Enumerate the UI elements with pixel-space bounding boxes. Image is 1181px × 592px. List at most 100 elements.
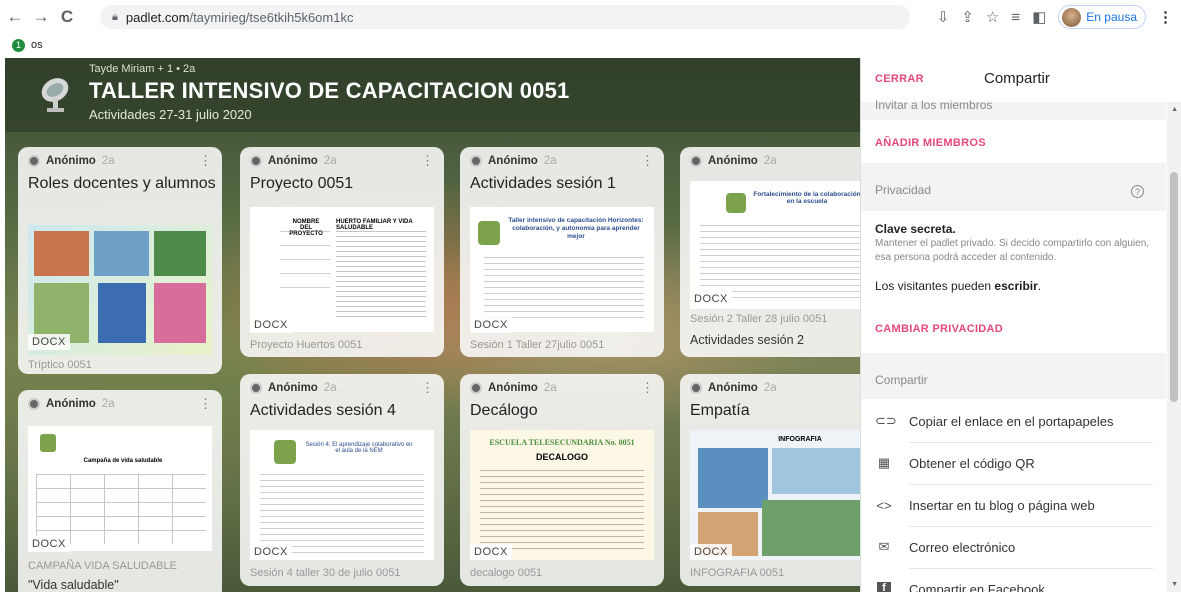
post-time: 2a bbox=[101, 398, 115, 410]
post-card[interactable]: Anónimo 2a ⋮ Roles docentes y alumnos DOC… bbox=[18, 147, 222, 374]
post-menu-icon[interactable]: ⋮ bbox=[199, 153, 212, 169]
post-menu-icon[interactable]: ⋮ bbox=[199, 396, 212, 412]
forward-icon[interactable]: → bbox=[30, 6, 52, 28]
post-menu-icon[interactable]: ⋮ bbox=[421, 380, 434, 396]
pause-label: En pausa bbox=[1086, 10, 1137, 24]
visitors-prefix: Los visitantes pueden bbox=[875, 279, 995, 293]
email-share-button[interactable]: ✉ Correo electrónico bbox=[861, 526, 1166, 568]
post-card[interactable]: Anónimo 2a Fortalecimiento de la colabora… bbox=[680, 147, 860, 357]
post-time: 2a bbox=[543, 382, 557, 394]
lock-icon: 🔒︎ bbox=[112, 10, 118, 23]
docx-badge: DOCX bbox=[690, 291, 732, 307]
post-title: Decálogo bbox=[470, 402, 538, 419]
copy-link-button[interactable]: ⊂⊃ Copiar el enlace en el portapapeles bbox=[861, 400, 1166, 442]
post-title: Empatía bbox=[690, 402, 750, 419]
reading-list-icon[interactable]: ≡ bbox=[1011, 9, 1020, 26]
attachment-preview[interactable]: Sesión 4: El aprendizaje colaborativo en… bbox=[250, 430, 434, 560]
embed-code-icon: <> bbox=[876, 497, 892, 513]
post-time: 2a bbox=[543, 155, 557, 167]
help-icon[interactable]: ? bbox=[1131, 185, 1144, 198]
post-time: 2a bbox=[323, 382, 337, 394]
bookmark-star-icon[interactable]: ☆ bbox=[986, 8, 999, 26]
attachment-caption: Tríptico 0051 bbox=[28, 359, 92, 371]
post-card[interactable]: Anónimo 2a ⋮ Actividades sesión 4 Sesión … bbox=[240, 374, 444, 586]
kebab-menu-icon[interactable]: ⋮ bbox=[1158, 8, 1173, 26]
doc-heading: HUERTO FAMILIAR Y VIDA SALUDABLE bbox=[336, 219, 413, 231]
post-title: Actividades sesión 1 bbox=[470, 175, 616, 192]
docx-badge: DOCX bbox=[28, 334, 70, 350]
profile-pause-button[interactable]: En pausa bbox=[1058, 5, 1146, 29]
docx-badge: DOCX bbox=[250, 544, 292, 560]
scroll-thumb[interactable] bbox=[1170, 172, 1178, 402]
qr-code-button[interactable]: ▦ Obtener el código QR bbox=[861, 442, 1166, 484]
board-author: Tayde Miriam + 1 • 2a bbox=[89, 63, 196, 75]
change-privacy-button[interactable]: CAMBIAR PRIVACIDAD bbox=[875, 323, 1003, 335]
side-panel-icon[interactable]: ◧ bbox=[1032, 8, 1046, 26]
attachment-preview[interactable]: Taller intensivo de capacitación Horizon… bbox=[470, 207, 654, 332]
profile-avatar bbox=[1062, 7, 1082, 27]
share-page-icon[interactable]: ⇪ bbox=[961, 8, 974, 26]
attachment-preview[interactable]: Campaña de vida saludable bbox=[28, 426, 212, 551]
add-members-button[interactable]: AÑADIR MIEMBROS bbox=[875, 137, 986, 149]
post-author: Anónimo bbox=[46, 398, 96, 410]
docx-badge: DOCX bbox=[470, 544, 512, 560]
post-author: Anónimo bbox=[268, 382, 318, 394]
post-card[interactable]: Anónimo 2a ⋮ Actividades sesión 1 Taller … bbox=[460, 147, 664, 357]
facebook-share-button[interactable]: f Compartir en Facebook bbox=[861, 568, 1166, 592]
attachment-caption: Proyecto Huertos 0051 bbox=[250, 339, 363, 351]
satellite-dish-icon bbox=[41, 78, 69, 112]
bookmark-item[interactable]: os bbox=[31, 39, 43, 51]
attachment-preview[interactable]: Fortalecimiento de la colaboración en la… bbox=[690, 181, 860, 309]
share-label: Compartir bbox=[875, 373, 928, 387]
post-card[interactable]: Anónimo 2a ⋮ Proyecto 0051 NOMBRE DEL PRO… bbox=[240, 147, 444, 357]
attachment-caption: CAMPAÑA VIDA SALUDABLE bbox=[28, 560, 177, 572]
mail-icon: ✉ bbox=[878, 539, 890, 554]
board-header: Tayde Miriam + 1 • 2a TALLER INTENSIVO D… bbox=[5, 58, 860, 132]
panel-title: Compartir bbox=[984, 70, 1050, 87]
attachment-caption: Sesión 1 Taller 27julio 0051 bbox=[470, 339, 605, 351]
scroll-up-icon[interactable]: ▲ bbox=[1171, 106, 1178, 113]
attachment-preview[interactable]: ESCUELA TELESECUNDARIA No. 0051 DECALOGO bbox=[470, 430, 654, 560]
docx-badge: DOCX bbox=[470, 317, 512, 333]
doc-heading: Taller intensivo de capacitación Horizon… bbox=[508, 217, 644, 240]
post-title: Proyecto 0051 bbox=[250, 175, 354, 192]
attachment-preview[interactable]: NOMBRE DEL PROYECTO HUERTO FAMILIAR Y VI… bbox=[250, 207, 434, 332]
panel-scrollbar[interactable]: ▲ ▼ bbox=[1167, 102, 1181, 592]
post-menu-icon[interactable]: ⋮ bbox=[421, 153, 434, 169]
attachment-preview[interactable]: INFOGRAFIA bbox=[690, 430, 860, 560]
doc-heading: INFOGRAFIA bbox=[778, 436, 822, 443]
docx-badge: DOCX bbox=[250, 317, 292, 333]
visitors-suffix: . bbox=[1037, 279, 1042, 293]
post-menu-icon[interactable]: ⋮ bbox=[641, 153, 654, 169]
back-icon[interactable]: ← bbox=[4, 6, 26, 28]
invite-section-header: Invitar a los miembros bbox=[861, 98, 1166, 120]
close-button[interactable]: CERRAR bbox=[875, 73, 924, 85]
board-title: TALLER INTENSIVO DE CAPACITACION 0051 bbox=[89, 78, 570, 103]
post-card[interactable]: Anónimo 2a Empatía INFOGRAFIA DOCX INFOGR… bbox=[680, 374, 860, 586]
post-author: Anónimo bbox=[488, 382, 538, 394]
share-item-label: Compartir en Facebook bbox=[909, 581, 1045, 592]
toolbar-actions: ⇩ ⇪ ☆ ≡ ◧ En pausa ⋮ bbox=[937, 5, 1173, 29]
docx-badge: DOCX bbox=[690, 544, 732, 560]
anonymous-avatar-icon bbox=[690, 155, 702, 167]
browser-toolbar: ← → C 🔒︎ padlet.com /taymirieg/tse6tkih5… bbox=[0, 0, 1181, 34]
doc-heading: DECALOGO bbox=[535, 452, 588, 462]
share-section-header: Compartir bbox=[861, 353, 1166, 399]
embed-button[interactable]: <> Insertar en tu blog o página web bbox=[861, 484, 1166, 526]
post-time: 2a bbox=[323, 155, 337, 167]
reload-icon[interactable]: C bbox=[56, 6, 78, 28]
post-menu-icon[interactable]: ⋮ bbox=[641, 380, 654, 396]
anonymous-avatar-icon bbox=[250, 382, 262, 394]
bookmark-favicon: 1 bbox=[12, 38, 25, 52]
bookmarks-bar: 1 os bbox=[0, 34, 1181, 56]
address-bar[interactable]: 🔒︎ padlet.com /taymirieg/tse6tkih5k6om1k… bbox=[100, 5, 910, 29]
scroll-down-icon[interactable]: ▼ bbox=[1171, 581, 1178, 588]
post-body: Actividades sesión 2 bbox=[690, 333, 804, 347]
install-app-icon[interactable]: ⇩ bbox=[937, 8, 950, 26]
post-time: 2a bbox=[763, 155, 777, 167]
post-card[interactable]: Anónimo 2a ⋮ Decálogo ESCUELA TELESECUNDA… bbox=[460, 374, 664, 586]
anonymous-avatar-icon bbox=[470, 382, 482, 394]
doc-heading: ESCUELA TELESECUNDARIA No. 0051 bbox=[489, 438, 635, 447]
post-card[interactable]: Anónimo 2a ⋮ Campaña de vida saludable DO… bbox=[18, 390, 222, 592]
post-time: 2a bbox=[763, 382, 777, 394]
